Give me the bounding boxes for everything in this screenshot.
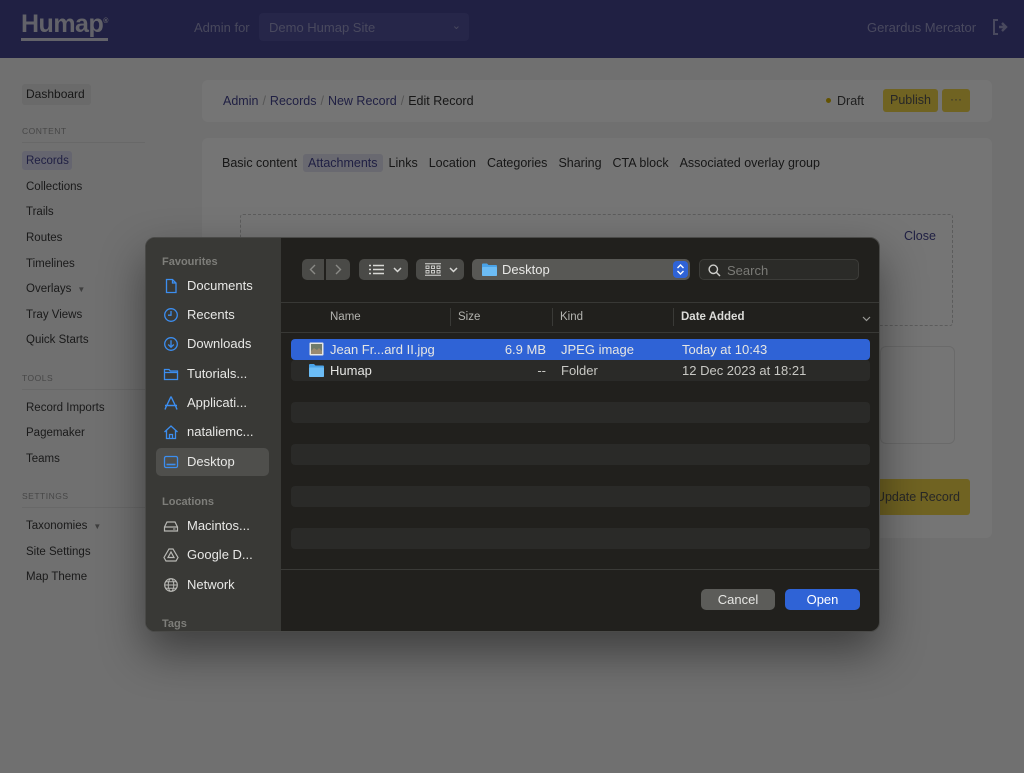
sidebar-item-applications[interactable]: Applicati... [156, 389, 269, 417]
chevron-down-icon [449, 267, 458, 273]
sidebar-item-downloads[interactable]: Downloads [156, 330, 269, 358]
grid-group-icon [425, 263, 441, 276]
document-icon [165, 278, 177, 294]
sidebar-item-label: Tutorials... [187, 366, 248, 381]
group-button[interactable] [416, 259, 464, 280]
file-date-added: 12 Dec 2023 at 18:21 [682, 363, 807, 378]
file-row[interactable]: Jean Fr...ard II.jpg 6.9 MB JPEG image T… [291, 339, 870, 360]
home-icon [164, 425, 178, 440]
sidebar-item-home[interactable]: nataliemc... [156, 418, 269, 446]
file-open-dialog: Favourites Documents Recents Downloads T… [145, 237, 880, 632]
sidebar-item-label: Network [187, 577, 235, 592]
sidebar-item-tutorials[interactable]: Tutorials... [156, 360, 269, 388]
cancel-button[interactable]: Cancel [701, 589, 775, 610]
folder-icon [309, 364, 324, 377]
file-row[interactable]: Humap -- Folder 12 Dec 2023 at 18:21 [291, 360, 870, 381]
folder-icon [482, 263, 497, 276]
empty-row [291, 444, 870, 465]
image-file-icon [309, 342, 324, 356]
divider [281, 302, 879, 303]
file-date-added: Today at 10:43 [682, 342, 768, 357]
divider [281, 569, 879, 570]
sidebar-item-macintosh-hd[interactable]: Macintos... [156, 512, 269, 540]
open-button[interactable]: Open [785, 589, 860, 610]
view-list-button[interactable] [359, 259, 408, 280]
column-header-date-added[interactable]: Date Added [681, 311, 744, 323]
divider [281, 332, 879, 333]
location-popup[interactable]: Desktop [472, 259, 690, 280]
sidebar-item-label: nataliemc... [187, 424, 254, 439]
empty-row [291, 528, 870, 549]
chevron-left-icon [309, 264, 316, 275]
column-header-name[interactable]: Name [330, 311, 361, 323]
sidebar-item-desktop[interactable]: Desktop [156, 448, 269, 476]
sort-chevron-icon[interactable] [862, 316, 871, 322]
sidebar-item-documents[interactable]: Documents [156, 272, 269, 300]
file-name: Jean Fr...ard II.jpg [330, 342, 435, 357]
drive-icon [163, 521, 179, 532]
chevron-right-icon [335, 264, 342, 275]
empty-row [291, 486, 870, 507]
location-popup-value: Desktop [502, 262, 550, 277]
sidebar-item-label: Downloads [187, 336, 252, 351]
sidebar-item-label: Desktop [187, 454, 235, 469]
file-size: 6.9 MB [504, 342, 546, 357]
chevron-down-icon [393, 267, 402, 273]
back-button[interactable] [302, 259, 324, 280]
network-icon [164, 578, 178, 592]
applications-icon [164, 396, 178, 410]
sidebar-item-label: Google D... [187, 547, 253, 562]
sidebar-item-label: Applicati... [187, 395, 247, 410]
search-placeholder: Search [727, 263, 769, 278]
dialog-sidebar: Favourites Documents Recents Downloads T… [146, 238, 281, 631]
file-name: Humap [330, 363, 372, 378]
sidebar-item-network[interactable]: Network [156, 571, 269, 599]
column-header-size[interactable]: Size [458, 311, 480, 323]
search-icon [708, 264, 721, 277]
list-view-icon [369, 264, 384, 275]
sidebar-item-label: Recents [187, 307, 235, 322]
locations-heading: Locations [162, 496, 214, 508]
column-header-kind[interactable]: Kind [560, 311, 583, 323]
favourites-heading: Favourites [162, 256, 218, 268]
tags-heading: Tags [162, 618, 187, 630]
file-kind: Folder [561, 363, 598, 378]
sidebar-item-google-drive[interactable]: Google D... [156, 541, 269, 569]
column-divider[interactable] [450, 308, 451, 326]
download-icon [164, 337, 178, 351]
google-drive-icon [163, 548, 179, 562]
file-kind: JPEG image [561, 342, 634, 357]
sidebar-item-label: Macintos... [187, 518, 250, 533]
column-divider[interactable] [552, 308, 553, 326]
clock-icon [164, 308, 178, 322]
sidebar-item-recents[interactable]: Recents [156, 301, 269, 329]
desktop-icon [163, 455, 179, 469]
column-divider[interactable] [673, 308, 674, 326]
popup-stepper-icon [673, 261, 688, 278]
file-size: -- [537, 363, 546, 378]
forward-button[interactable] [326, 259, 350, 280]
search-input[interactable]: Search [699, 259, 859, 280]
folder-icon [163, 368, 179, 381]
empty-row [291, 402, 870, 423]
sidebar-item-label: Documents [187, 278, 253, 293]
